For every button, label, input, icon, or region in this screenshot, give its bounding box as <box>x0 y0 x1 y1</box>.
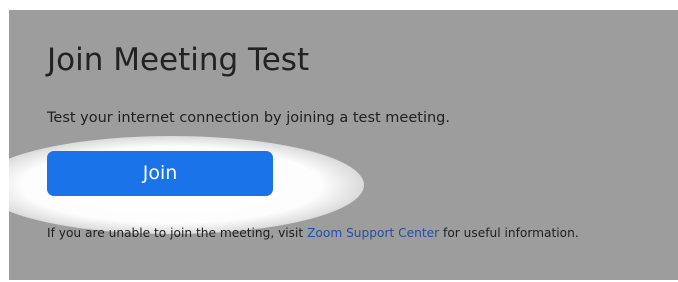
help-note-text-before: If you are unable to join the meeting, v… <box>47 226 304 240</box>
zoom-support-center-link[interactable]: Zoom Support Center <box>307 226 439 240</box>
help-note-text-after: for useful information. <box>443 226 579 240</box>
help-note: If you are unable to join the meeting, v… <box>47 224 579 242</box>
join-meeting-test-panel: Join Meeting Test Test your internet con… <box>9 10 678 280</box>
page-description: Test your internet connection by joining… <box>47 110 450 126</box>
page-title: Join Meeting Test <box>47 42 310 78</box>
join-button[interactable]: Join <box>47 151 273 196</box>
